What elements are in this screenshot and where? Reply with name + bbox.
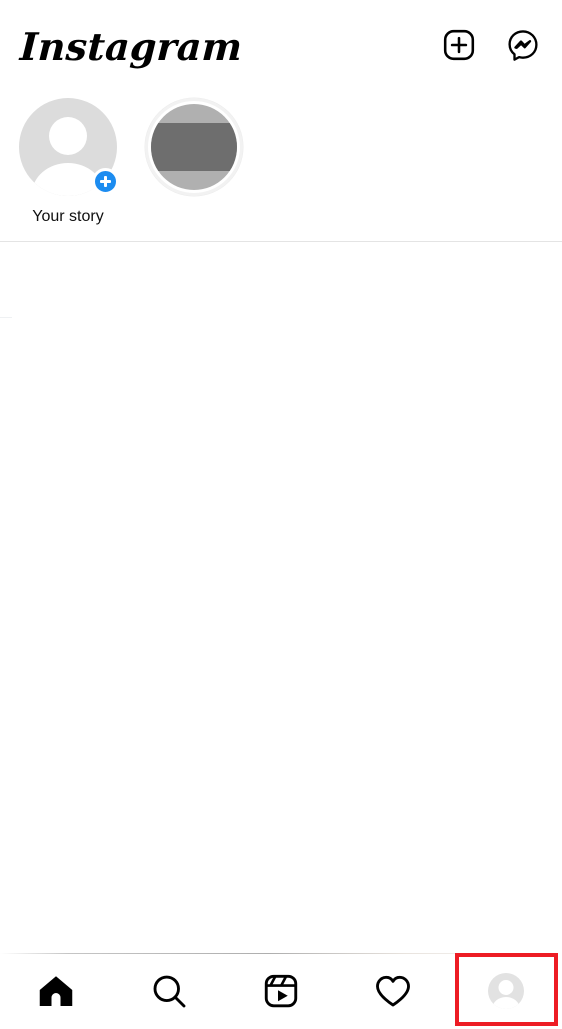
nav-profile[interactable]	[450, 953, 562, 1029]
plus-square-icon	[443, 29, 475, 61]
messenger-button[interactable]	[506, 28, 540, 62]
redaction-block	[151, 123, 237, 171]
story-avatar-ring	[19, 98, 119, 196]
heart-icon	[376, 975, 411, 1007]
stories-tray[interactable]: Your story	[0, 90, 562, 241]
avatar-head-shape	[49, 117, 87, 155]
story-item-friend[interactable]	[144, 98, 244, 207]
bottom-navigation-bar	[0, 953, 562, 1029]
avatar-head-shape	[498, 980, 514, 995]
header-actions	[442, 28, 540, 62]
nav-activity[interactable]	[337, 953, 449, 1029]
nav-reels[interactable]	[225, 953, 337, 1029]
add-story-plus-icon[interactable]	[92, 168, 119, 195]
story-label: Your story	[32, 208, 104, 225]
app-header: Instagram	[0, 0, 562, 90]
nav-home[interactable]	[0, 953, 112, 1029]
instagram-logo: Instagram	[18, 24, 244, 69]
nav-search[interactable]	[112, 953, 224, 1029]
search-icon	[153, 975, 186, 1008]
new-post-button[interactable]	[442, 28, 476, 62]
feed-container	[0, 242, 562, 953]
home-icon	[39, 976, 73, 1006]
feed-placeholder-line	[0, 317, 12, 318]
photo-avatar-icon	[151, 104, 237, 190]
profile-avatar	[487, 973, 524, 1009]
instagram-home-screen: Instagram Your story	[0, 0, 562, 1029]
story-item-your-story[interactable]: Your story	[18, 98, 119, 226]
avatar-body-shape	[492, 997, 520, 1009]
messenger-icon	[508, 30, 538, 61]
reels-icon	[264, 974, 298, 1008]
story-avatar-ring	[145, 98, 243, 196]
